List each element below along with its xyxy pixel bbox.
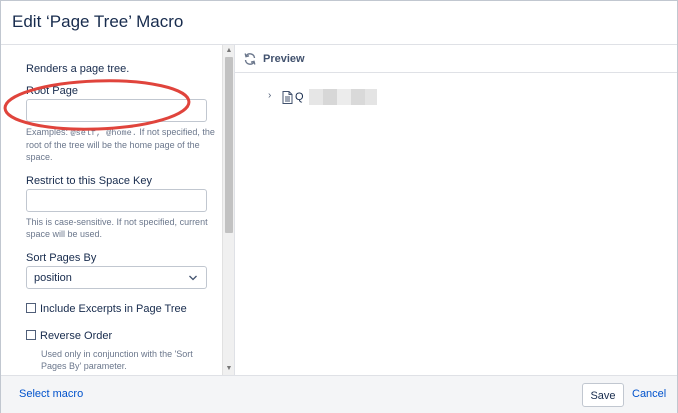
root-page-input[interactable] xyxy=(26,99,207,122)
cancel-link[interactable]: Cancel xyxy=(632,388,666,400)
preview-header: Preview xyxy=(235,45,677,73)
include-excerpts-checkbox[interactable] xyxy=(26,303,36,313)
scroll-down-arrow-icon[interactable]: ▼ xyxy=(223,363,235,375)
dialog-footer: Select macro Save Cancel xyxy=(1,375,677,413)
macro-dialog: Edit ‘Page Tree’ Macro Renders a page tr… xyxy=(0,0,678,413)
chevron-down-icon xyxy=(188,273,198,286)
reverse-order-label: Reverse Order xyxy=(40,330,113,342)
root-page-label: Root Page xyxy=(26,85,78,97)
macro-parameters-pane: Renders a page tree. Root Page Examples:… xyxy=(11,45,235,375)
space-key-input[interactable] xyxy=(26,189,207,212)
preview-pane: Preview › Q xyxy=(235,45,677,375)
reverse-order-checkbox[interactable] xyxy=(26,330,36,340)
page-icon xyxy=(282,91,293,104)
include-excerpts-row[interactable]: Include Excerpts in Page Tree xyxy=(26,303,187,315)
select-macro-link[interactable]: Select macro xyxy=(19,388,83,400)
dialog-header: Edit ‘Page Tree’ Macro xyxy=(1,1,677,45)
sort-pages-label: Sort Pages By xyxy=(26,252,97,264)
sort-pages-select[interactable]: position xyxy=(26,266,207,289)
include-excerpts-label: Include Excerpts in Page Tree xyxy=(40,303,187,315)
root-page-help-code: @self, @home. xyxy=(70,128,137,138)
dialog-title: Edit ‘Page Tree’ Macro xyxy=(12,12,184,31)
reverse-order-help: Used only in conjunction with the 'Sort … xyxy=(41,349,193,371)
sort-pages-selected-value: position xyxy=(34,272,72,284)
scrollbar-thumb[interactable] xyxy=(225,57,233,233)
macro-description: Renders a page tree. xyxy=(26,63,130,75)
scroll-up-arrow-icon[interactable]: ▲ xyxy=(223,45,235,57)
root-page-help: Examples: @self, @home. If not specified… xyxy=(26,126,216,163)
save-button[interactable]: Save xyxy=(582,383,624,407)
space-key-label: Restrict to this Space Key xyxy=(26,175,152,187)
page-tree-item-title[interactable]: Q xyxy=(295,91,304,103)
parameters-scrollbar[interactable]: ▲ ▼ xyxy=(222,45,234,375)
space-key-help: This is case-sensitive. If not specified… xyxy=(26,217,208,239)
preview-label: Preview xyxy=(263,53,305,65)
chevron-right-icon[interactable]: › xyxy=(268,90,271,101)
redacted-block xyxy=(309,89,377,105)
refresh-icon[interactable] xyxy=(243,52,257,66)
reverse-order-row[interactable]: Reverse Order xyxy=(26,330,112,342)
root-page-help-prefix: Examples: xyxy=(26,127,71,137)
